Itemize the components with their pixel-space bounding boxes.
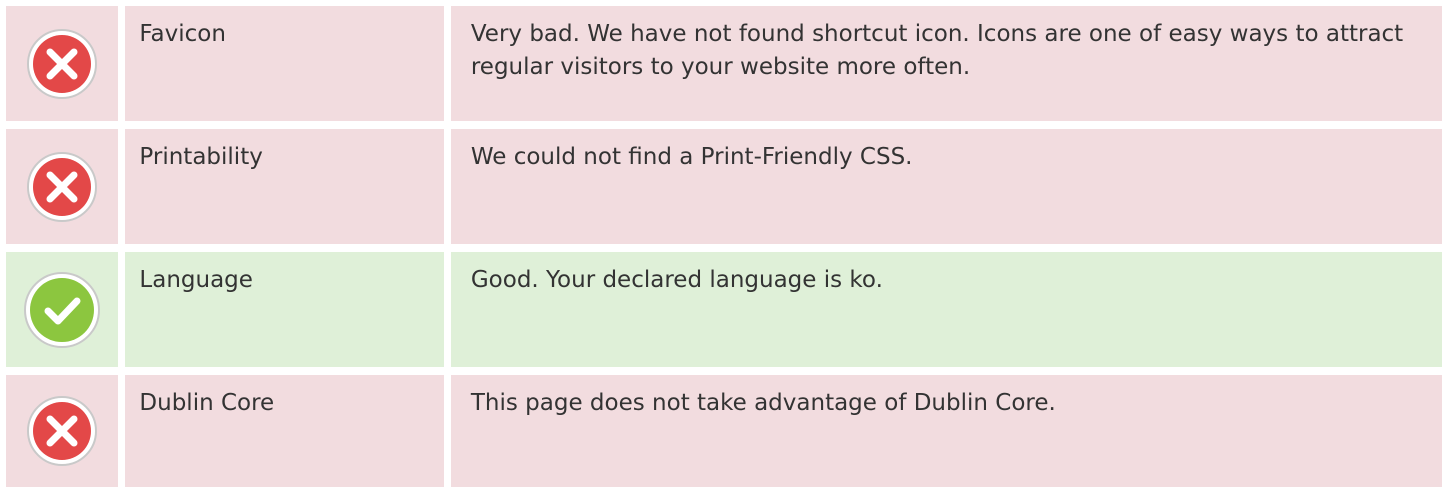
- check-description: Very bad. We have not found shortcut ico…: [450, 6, 1442, 121]
- check-name: Language: [125, 252, 444, 367]
- table-row: Dublin Core This page does not take adva…: [0, 375, 1442, 487]
- status-cell: [6, 375, 119, 487]
- check-description: Good. Your declared language is ko.: [450, 252, 1442, 367]
- check-name: Printability: [125, 129, 444, 244]
- x-circle-icon: [25, 27, 99, 101]
- x-circle-icon: [25, 394, 99, 468]
- status-cell: [6, 252, 119, 367]
- check-name: Favicon: [125, 6, 444, 121]
- table-row: Language Good. Your declared language is…: [0, 252, 1442, 367]
- status-cell: [6, 6, 119, 121]
- x-circle-icon: [25, 150, 99, 224]
- check-description: This page does not take advantage of Dub…: [450, 375, 1442, 487]
- check-circle-icon: [22, 270, 102, 350]
- table-row: Favicon Very bad. We have not found shor…: [0, 6, 1442, 121]
- audit-results-table: Favicon Very bad. We have not found shor…: [0, 0, 1442, 487]
- check-description: We could not find a Print-Friendly CSS.: [450, 129, 1442, 244]
- table-row: Printability We could not find a Print-F…: [0, 129, 1442, 244]
- status-cell: [6, 129, 119, 244]
- check-name: Dublin Core: [125, 375, 444, 487]
